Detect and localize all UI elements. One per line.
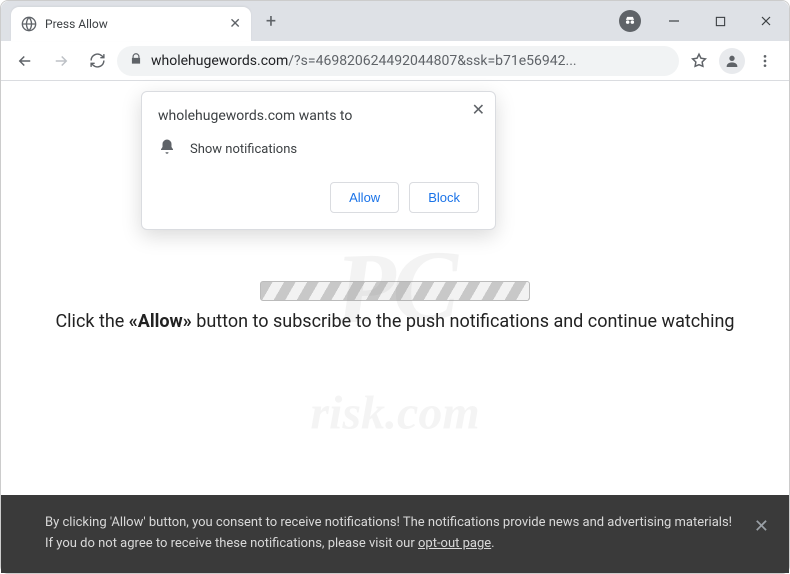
url-text: wholehugewords.com/?s=469820624492044807…: [151, 53, 667, 69]
back-button[interactable]: [9, 45, 41, 77]
bookmark-star-icon[interactable]: [683, 45, 715, 77]
window-controls: [651, 1, 789, 41]
incognito-icon: [619, 10, 641, 32]
menu-button[interactable]: [749, 45, 781, 77]
dialog-buttons: Allow Block: [158, 182, 479, 213]
permission-row-text: Show notifications: [190, 142, 297, 157]
minimize-button[interactable]: [651, 1, 697, 41]
dialog-close-icon[interactable]: ✕: [472, 100, 485, 119]
dialog-headline: wholehugewords.com wants to: [158, 108, 479, 124]
forward-button[interactable]: [45, 45, 77, 77]
consent-text-end: .: [491, 536, 494, 551]
browser-toolbar: wholehugewords.com/?s=469820624492044807…: [1, 41, 789, 81]
new-tab-button[interactable]: +: [257, 7, 285, 35]
page-content: Click the «Allow» button to subscribe to…: [1, 281, 789, 332]
instruction-text: Click the «Allow» button to subscribe to…: [1, 311, 789, 332]
address-bar[interactable]: wholehugewords.com/?s=469820624492044807…: [117, 46, 679, 76]
tab-close-icon[interactable]: ✕: [229, 16, 241, 32]
globe-icon: [21, 16, 37, 32]
permission-row: Show notifications: [158, 138, 479, 160]
maximize-button[interactable]: [697, 1, 743, 41]
lock-icon: [129, 52, 143, 70]
block-button[interactable]: Block: [409, 182, 479, 213]
consent-text: By clicking 'Allow' button, you consent …: [45, 515, 732, 551]
profile-avatar[interactable]: [719, 48, 745, 74]
instruction-pre: Click the: [55, 311, 128, 332]
consent-bar: ✕ By clicking 'Allow' button, you consen…: [1, 495, 789, 573]
window-titlebar: Press Allow ✕ +: [1, 1, 789, 41]
allow-button[interactable]: Allow: [330, 182, 399, 213]
instruction-post: button to subscribe to the push notifica…: [192, 311, 735, 332]
opt-out-link[interactable]: opt-out page: [418, 536, 491, 551]
consent-close-icon[interactable]: ✕: [754, 513, 769, 542]
instruction-bold: «Allow»: [129, 311, 192, 332]
tab-title: Press Allow: [45, 17, 221, 31]
permission-dialog: ✕ wholehugewords.com wants to Show notif…: [141, 91, 496, 230]
loading-bar: [260, 281, 530, 301]
browser-tab[interactable]: Press Allow ✕: [11, 7, 251, 41]
bell-icon: [158, 138, 176, 160]
close-window-button[interactable]: [743, 1, 789, 41]
reload-button[interactable]: [81, 45, 113, 77]
watermark-subtext: risk.com: [310, 385, 479, 440]
